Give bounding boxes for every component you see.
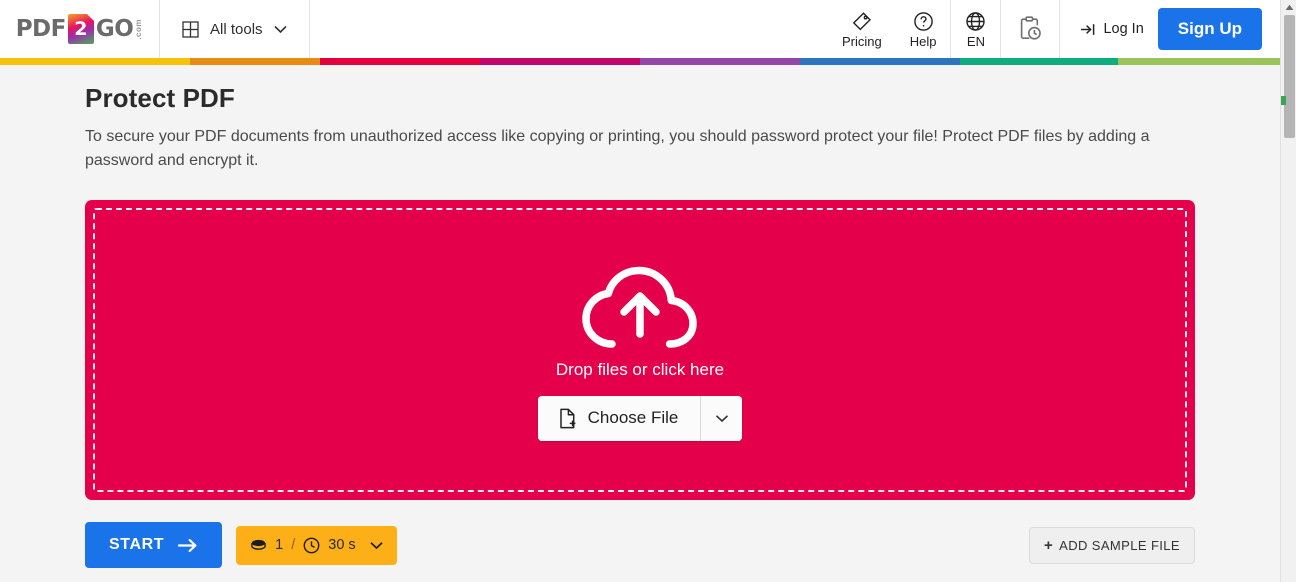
clipboard-clock-icon — [1015, 14, 1045, 44]
chevron-down-icon — [273, 25, 287, 34]
page-subtitle: To secure your PDF documents from unauth… — [85, 128, 1150, 169]
color-bar-segment-6 — [960, 58, 1118, 65]
color-bar-segment-4 — [640, 58, 800, 65]
color-bar-segment-3 — [480, 58, 640, 65]
auth-actions: Log In Sign Up — [1060, 8, 1280, 50]
nav-help-label: Help — [909, 33, 937, 49]
sign-in-arrow-icon — [1080, 22, 1097, 37]
globe-icon — [965, 11, 986, 32]
page-title: Protect PDF — [85, 83, 235, 113]
logo-doc-icon: 2 — [67, 14, 94, 44]
scroll-marker — [1281, 96, 1286, 105]
start-button-label: START — [109, 536, 165, 554]
site-header: PDF 2 GO .com All tools Pricing Help EN … — [0, 0, 1280, 58]
grid-icon — [182, 20, 199, 38]
main-content: Protect PDF To secure your PDF documents… — [0, 65, 1280, 569]
arrow-right-icon — [178, 538, 198, 553]
choose-file-label: Choose File — [587, 408, 679, 428]
page-root: PDF 2 GO .com All tools Pricing Help EN … — [0, 0, 1296, 582]
triangle-up-icon — [1285, 4, 1294, 11]
color-bar-segment-0 — [0, 58, 190, 65]
nav-language-label: EN — [966, 33, 985, 49]
logo-badge-number: 2 — [74, 18, 88, 40]
choose-file-group: Choose File — [537, 395, 743, 441]
choose-file-button[interactable]: Choose File — [537, 395, 701, 441]
file-dropzone[interactable]: Drop files or click here Choose File — [85, 200, 1195, 501]
question-circle-icon — [913, 11, 934, 32]
price-tag-icon — [851, 11, 872, 32]
vertical-scrollbar[interactable] — [1280, 0, 1296, 582]
logo-text-right: GO — [95, 15, 134, 42]
credits-badge[interactable]: 1 / 30 s — [236, 525, 397, 565]
color-bar-segment-2 — [320, 58, 480, 65]
add-sample-file-label: ADD SAMPLE FILE — [1059, 537, 1180, 553]
login-button[interactable]: Log In — [1080, 21, 1144, 37]
all-tools-menu[interactable]: All tools — [160, 0, 310, 58]
chevron-down-icon — [364, 541, 383, 550]
nav-task-history[interactable] — [1001, 0, 1059, 58]
credits-separator: / — [291, 537, 296, 554]
dropzone-label: Drop files or click here — [555, 359, 725, 379]
signup-button[interactable]: Sign Up — [1157, 8, 1262, 50]
clock-icon — [303, 537, 320, 554]
nav-help[interactable]: Help — [896, 0, 951, 58]
brand-color-bar — [0, 58, 1280, 65]
start-button[interactable]: START — [85, 522, 223, 569]
nav-pricing-label: Pricing — [841, 33, 882, 49]
duration-label: 30 s — [328, 537, 356, 554]
plus-icon: + — [1043, 536, 1054, 554]
file-add-icon — [558, 408, 577, 429]
coin-icon — [250, 538, 267, 552]
color-bar-segment-1 — [190, 58, 320, 65]
nav-pricing[interactable]: Pricing — [828, 0, 896, 58]
add-sample-file-button[interactable]: + ADD SAMPLE FILE — [1028, 526, 1195, 564]
choose-file-dropdown-toggle[interactable] — [700, 395, 743, 441]
header-nav-group: Pricing Help EN Log In Sign Up — [828, 0, 1280, 58]
all-tools-label: All tools — [210, 20, 263, 38]
logo-tld: .com — [134, 18, 144, 40]
cloud-upload-icon — [579, 260, 701, 352]
logo-text-left: PDF — [15, 15, 67, 42]
nav-language[interactable]: EN — [951, 0, 1000, 58]
logo[interactable]: PDF 2 GO .com — [0, 0, 160, 58]
action-bar: START 1 / 30 s + ADD SAMPLE FILE — [85, 522, 1195, 569]
login-label: Log In — [1103, 21, 1144, 37]
scroll-thumb[interactable] — [1284, 15, 1295, 138]
chevron-down-icon — [715, 414, 729, 423]
color-bar-segment-5 — [800, 58, 960, 65]
credits-count: 1 — [275, 537, 284, 554]
scroll-up-button[interactable] — [1281, 0, 1296, 14]
color-bar-segment-7 — [1118, 58, 1280, 65]
